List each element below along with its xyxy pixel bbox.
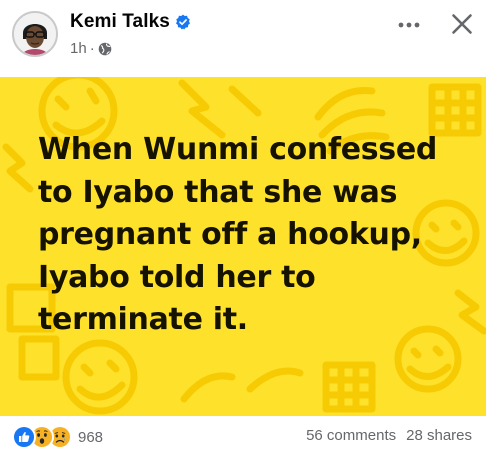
like-icon: [12, 425, 36, 449]
verified-badge-icon: [175, 14, 191, 30]
reaction-count: 968: [78, 428, 104, 446]
shares-count[interactable]: 28 shares: [406, 427, 472, 444]
comments-count[interactable]: 56 comments: [306, 427, 396, 444]
engagement-stats: 56 comments 28 shares: [306, 427, 472, 444]
reactions-summary[interactable]: 968: [12, 425, 103, 449]
more-options-icon: [398, 22, 420, 28]
facebook-post: Kemi Talks 1h · When Wunmi confessed to …: [0, 0, 486, 457]
close-icon: [452, 14, 472, 34]
post-header: Kemi Talks 1h ·: [0, 0, 486, 77]
close-button[interactable]: [446, 8, 478, 40]
post-meta: 1h ·: [70, 40, 112, 57]
post-footer: 968 56 comments 28 shares: [0, 416, 486, 457]
post-image[interactable]: When Wunmi confessed to Iyabo that she w…: [0, 77, 486, 416]
more-options-button[interactable]: [394, 10, 424, 40]
avatar-photo: [14, 13, 56, 55]
author-row: Kemi Talks: [70, 10, 191, 34]
globe-icon[interactable]: [98, 42, 112, 56]
post-time[interactable]: 1h: [70, 40, 87, 57]
post-image-text: When Wunmi confessed to Iyabo that she w…: [38, 132, 438, 337]
avatar[interactable]: [12, 11, 58, 57]
author-name[interactable]: Kemi Talks: [70, 11, 170, 33]
meta-separator: ·: [89, 40, 95, 57]
